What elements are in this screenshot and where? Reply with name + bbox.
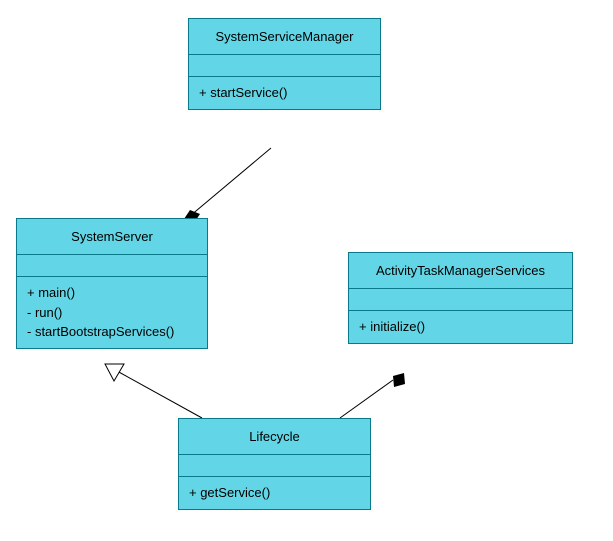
class-attributes (349, 289, 572, 311)
class-activity-task-manager-services: ActivityTaskManagerServices + initialize… (348, 252, 573, 344)
operation: - startBootstrapServices() (27, 322, 197, 342)
class-operations: + getService() (179, 477, 370, 509)
diamond-atms-lc (393, 373, 405, 387)
edge-atms-lc (340, 380, 393, 418)
class-name: SystemServiceManager (189, 19, 380, 55)
operation: + getService() (189, 483, 360, 503)
class-operations: + initialize() (349, 311, 572, 343)
class-lifecycle: Lifecycle + getService() (178, 418, 371, 510)
class-name: SystemServer (17, 219, 207, 255)
operation: - run() (27, 303, 197, 323)
edge-ss-ssm (190, 148, 271, 216)
class-name: Lifecycle (179, 419, 370, 455)
edge-lc-ss (117, 371, 202, 418)
class-operations: + startService() (189, 77, 380, 109)
class-system-server: SystemServer + main() - run() - startBoo… (16, 218, 208, 349)
arrow-lc-ss (105, 364, 124, 381)
class-name: ActivityTaskManagerServices (349, 253, 572, 289)
class-attributes (189, 55, 380, 77)
class-attributes (17, 255, 207, 277)
class-operations: + main() - run() - startBootstrapService… (17, 277, 207, 348)
class-system-service-manager: SystemServiceManager + startService() (188, 18, 381, 110)
operation: + startService() (199, 83, 370, 103)
operation: + initialize() (359, 317, 562, 337)
class-attributes (179, 455, 370, 477)
operation: + main() (27, 283, 197, 303)
